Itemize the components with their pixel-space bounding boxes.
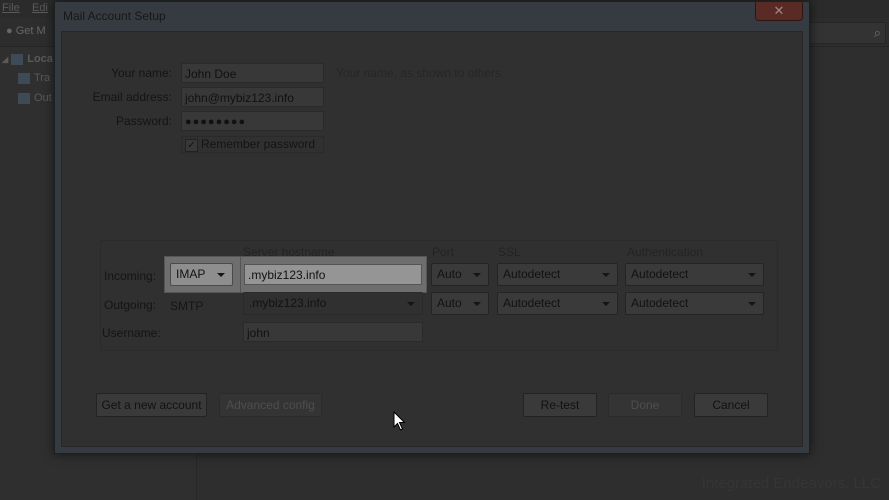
name-hint: Your name, as shown to others — [336, 66, 501, 80]
incoming-protocol-value: IMAP — [176, 267, 206, 281]
mail-account-setup-dialog: Mail Account Setup ✕ Your name: John Doe… — [54, 1, 810, 454]
incoming-port-value: Auto — [437, 267, 462, 281]
incoming-label: Incoming: — [104, 269, 157, 283]
done-button[interactable]: Done — [608, 393, 682, 417]
dialog-title: Mail Account Setup — [63, 9, 166, 23]
username-input[interactable]: john — [243, 322, 423, 342]
incoming-auth-select[interactable]: Autodetect — [625, 263, 764, 286]
menu-file[interactable]: File — [2, 2, 20, 14]
chevron-down-icon — [407, 302, 415, 306]
watermark: Integrated Endeavors, LLC — [701, 475, 881, 492]
computer-icon — [11, 53, 24, 65]
incoming-hostname-input[interactable]: .mybiz123.info — [244, 264, 422, 285]
user-icon: ● — [6, 25, 13, 37]
retest-button[interactable]: Re-test — [523, 393, 597, 417]
incoming-protocol-select[interactable]: IMAP — [170, 263, 233, 286]
name-input[interactable]: John Doe — [181, 63, 324, 83]
collapse-icon: ◢ — [2, 55, 9, 64]
email-label: Email address: — [92, 90, 172, 104]
chevron-down-icon — [602, 273, 610, 277]
get-new-account-button[interactable]: Get a new account — [96, 393, 207, 417]
get-messages-label: Get M — [15, 25, 46, 37]
chevron-down-icon — [473, 302, 481, 306]
get-messages-button[interactable]: ● Get M — [6, 25, 46, 37]
password-label: Password: — [115, 114, 172, 128]
remember-password-row[interactable]: ✓ Remember password — [181, 136, 324, 153]
cancel-button[interactable]: Cancel — [694, 393, 768, 417]
column-ssl: SSL — [498, 245, 521, 259]
incoming-ssl-value: Autodetect — [503, 267, 561, 281]
outgoing-label: Outgoing: — [104, 298, 157, 312]
outgoing-ssl-value: Autodetect — [503, 296, 561, 310]
outgoing-port-select[interactable]: Auto — [431, 292, 489, 315]
chevron-down-icon — [602, 302, 610, 306]
outgoing-protocol: SMTP — [170, 299, 204, 313]
outgoing-port-value: Auto — [437, 296, 462, 310]
column-port: Port — [432, 245, 455, 259]
email-input[interactable]: john@mybiz123.info — [181, 87, 324, 107]
search-icon: ⌕ — [873, 25, 881, 40]
mouse-cursor-icon — [393, 411, 406, 431]
outgoing-hostname-value: .mybiz123.info — [249, 296, 327, 310]
password-input[interactable]: ●●●●●●●● — [181, 111, 324, 131]
column-authentication: Authentication — [627, 245, 704, 259]
chevron-down-icon — [748, 302, 756, 306]
incoming-port-select[interactable]: Auto — [431, 263, 489, 286]
incoming-ssl-select[interactable]: Autodetect — [497, 263, 618, 286]
dialog-body: Your name: John Doe Your name, as shown … — [61, 31, 803, 447]
outgoing-hostname-select[interactable]: .mybiz123.info — [243, 292, 423, 315]
menu-edit[interactable]: Edi — [32, 2, 48, 14]
chevron-down-icon — [217, 273, 225, 277]
close-icon: ✕ — [773, 3, 785, 18]
outgoing-ssl-select[interactable]: Autodetect — [497, 292, 618, 315]
search-input[interactable]: ⌕ — [808, 22, 886, 44]
outgoing-auth-value: Autodetect — [631, 296, 689, 310]
incoming-auth-value: Autodetect — [631, 267, 689, 281]
tree-item-outbox[interactable]: Out — [18, 92, 52, 104]
name-label: Your name: — [111, 66, 172, 80]
remember-password-label: Remember password — [201, 137, 316, 151]
chevron-down-icon — [748, 273, 756, 277]
tree-item-trash[interactable]: Tra — [18, 72, 50, 84]
trash-icon — [18, 72, 30, 84]
advanced-config-button[interactable]: Advanced config — [219, 393, 322, 417]
chevron-down-icon — [473, 273, 481, 277]
username-label: Username: — [102, 326, 161, 340]
tree-item-local-folders[interactable]: ◢ Loca — [2, 53, 53, 65]
close-button[interactable]: ✕ — [755, 2, 803, 21]
outbox-icon — [18, 92, 30, 104]
outgoing-auth-select[interactable]: Autodetect — [625, 292, 764, 315]
remember-password-checkbox[interactable]: ✓ — [185, 139, 198, 152]
